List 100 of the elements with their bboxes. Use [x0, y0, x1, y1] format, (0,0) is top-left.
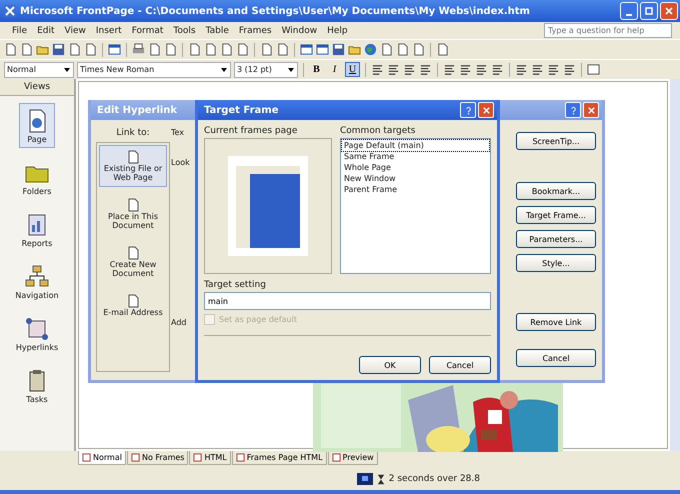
lines-icon[interactable] — [563, 63, 576, 76]
window-icon[interactable] — [587, 63, 600, 76]
font-dropdown[interactable]: Times New Roman — [77, 62, 231, 78]
close-button[interactable] — [583, 102, 599, 118]
document-icon[interactable] — [276, 43, 289, 56]
field-label: Add — [171, 318, 186, 327]
dialog-button[interactable]: ScreenTip... — [516, 132, 596, 150]
window-icon[interactable] — [300, 43, 313, 56]
style-dropdown[interactable]: Normal — [4, 62, 74, 78]
dialog-button[interactable]: Cancel — [429, 356, 491, 374]
lines-icon[interactable] — [459, 63, 472, 76]
document-icon[interactable] — [380, 43, 393, 56]
document-icon[interactable] — [84, 43, 97, 56]
window-icon[interactable] — [316, 43, 329, 56]
document-icon[interactable] — [148, 43, 161, 56]
sidebar-button[interactable]: Reports — [18, 207, 56, 252]
lines-icon[interactable] — [387, 63, 400, 76]
window-icon[interactable] — [108, 43, 121, 56]
document-icon[interactable] — [204, 43, 217, 56]
dialog-button[interactable]: Remove Link — [516, 313, 596, 331]
list-item[interactable]: Same Frame — [342, 151, 489, 162]
menu-item[interactable]: Table — [206, 26, 229, 36]
menu-item[interactable]: Frames — [238, 26, 272, 36]
dialog-button[interactable]: Parameters... — [516, 230, 596, 248]
menu-item[interactable]: Help — [327, 26, 348, 36]
font-size-dropdown[interactable]: 3 (12 pt) — [234, 62, 298, 78]
view-tab[interactable]: HTML — [189, 451, 231, 465]
document-icon[interactable] — [4, 43, 17, 56]
document-icon[interactable] — [188, 43, 201, 56]
lines-icon[interactable] — [515, 63, 528, 76]
close-icon — [482, 106, 490, 114]
sidebar-button[interactable]: Navigation — [11, 259, 63, 304]
lines-icon[interactable] — [491, 63, 504, 76]
maximize-button[interactable] — [640, 2, 658, 20]
view-tab[interactable]: Frames Page HTML — [232, 451, 327, 465]
lines-icon[interactable] — [547, 63, 560, 76]
document-icon[interactable] — [412, 43, 425, 56]
sidebar-button[interactable]: Tasks — [19, 363, 55, 408]
list-item[interactable]: Parent Frame — [342, 184, 489, 195]
sidebar-button[interactable]: Page — [19, 103, 55, 148]
field-label: Tex — [171, 128, 184, 137]
help-button[interactable] — [565, 102, 581, 118]
menu-item[interactable]: Edit — [37, 26, 54, 36]
close-icon — [586, 106, 596, 114]
sidebar-button[interactable]: Hyperlinks — [12, 311, 62, 356]
view-tab[interactable]: Normal — [78, 451, 126, 465]
document-icon[interactable] — [164, 43, 177, 56]
close-button[interactable] — [660, 2, 678, 20]
document-icon — [126, 294, 140, 308]
lines-icon[interactable] — [475, 63, 488, 76]
document-icon[interactable] — [396, 43, 409, 56]
menu-item[interactable]: Tools — [173, 26, 196, 36]
lines-icon[interactable] — [419, 63, 432, 76]
link-type-button[interactable]: E-mail Address — [99, 289, 167, 322]
view-tab[interactable]: No Frames — [126, 451, 188, 465]
link-type-button[interactable]: Create New Document — [99, 241, 167, 283]
lines-icon[interactable] — [403, 63, 416, 76]
document-icon[interactable] — [236, 43, 249, 56]
menu-item[interactable]: File — [12, 26, 28, 36]
help-field[interactable]: Type a question for help — [544, 23, 672, 38]
scrollbar[interactable] — [670, 79, 680, 451]
lines-icon[interactable] — [531, 63, 544, 76]
menu-item[interactable]: Insert — [96, 26, 122, 36]
lines-icon[interactable] — [371, 63, 384, 76]
maximize-icon — [644, 6, 654, 16]
format-button[interactable]: U — [345, 62, 360, 77]
download-time: 2 seconds over 28.8 — [388, 474, 480, 484]
page-icon — [82, 453, 91, 462]
help-icon — [568, 106, 578, 114]
minimize-button[interactable] — [620, 2, 638, 20]
view-tab[interactable]: Preview — [328, 451, 378, 465]
menu-item[interactable]: View — [64, 26, 86, 36]
lines-icon[interactable] — [443, 63, 456, 76]
input-field[interactable]: main — [204, 292, 491, 310]
menu-item[interactable]: Window — [282, 26, 318, 36]
close-button[interactable] — [478, 102, 494, 118]
printer-icon[interactable] — [132, 43, 145, 56]
sidebar-button[interactable]: Folders — [18, 155, 56, 200]
dialog-button[interactable]: Target Frame... — [516, 206, 596, 224]
link-type-button[interactable]: Place in This Document — [99, 193, 167, 235]
document-icon[interactable] — [436, 43, 449, 56]
format-button[interactable]: B — [309, 62, 324, 77]
dialog-button[interactable]: Style... — [516, 254, 596, 272]
monitor-icon — [356, 473, 373, 485]
minimize-icon — [626, 14, 632, 16]
format-button[interactable]: I — [327, 62, 342, 77]
dialog-button[interactable]: Bookmark... — [516, 182, 596, 200]
list-item[interactable]: Whole Page — [342, 162, 489, 173]
document-icon[interactable] — [260, 43, 273, 56]
link-type-button[interactable]: Existing File or Web Page — [99, 145, 167, 187]
document-icon — [126, 246, 140, 260]
list-item[interactable]: New Window — [342, 173, 489, 184]
dialog-button[interactable]: Cancel — [516, 349, 596, 367]
document-icon[interactable] — [68, 43, 81, 56]
dialog-button[interactable]: OK — [359, 356, 421, 374]
help-button[interactable] — [460, 102, 476, 118]
menu-item[interactable]: Format — [132, 26, 164, 36]
document-icon[interactable] — [20, 43, 33, 56]
document-icon[interactable] — [220, 43, 233, 56]
group-label: Common targets — [340, 126, 416, 136]
